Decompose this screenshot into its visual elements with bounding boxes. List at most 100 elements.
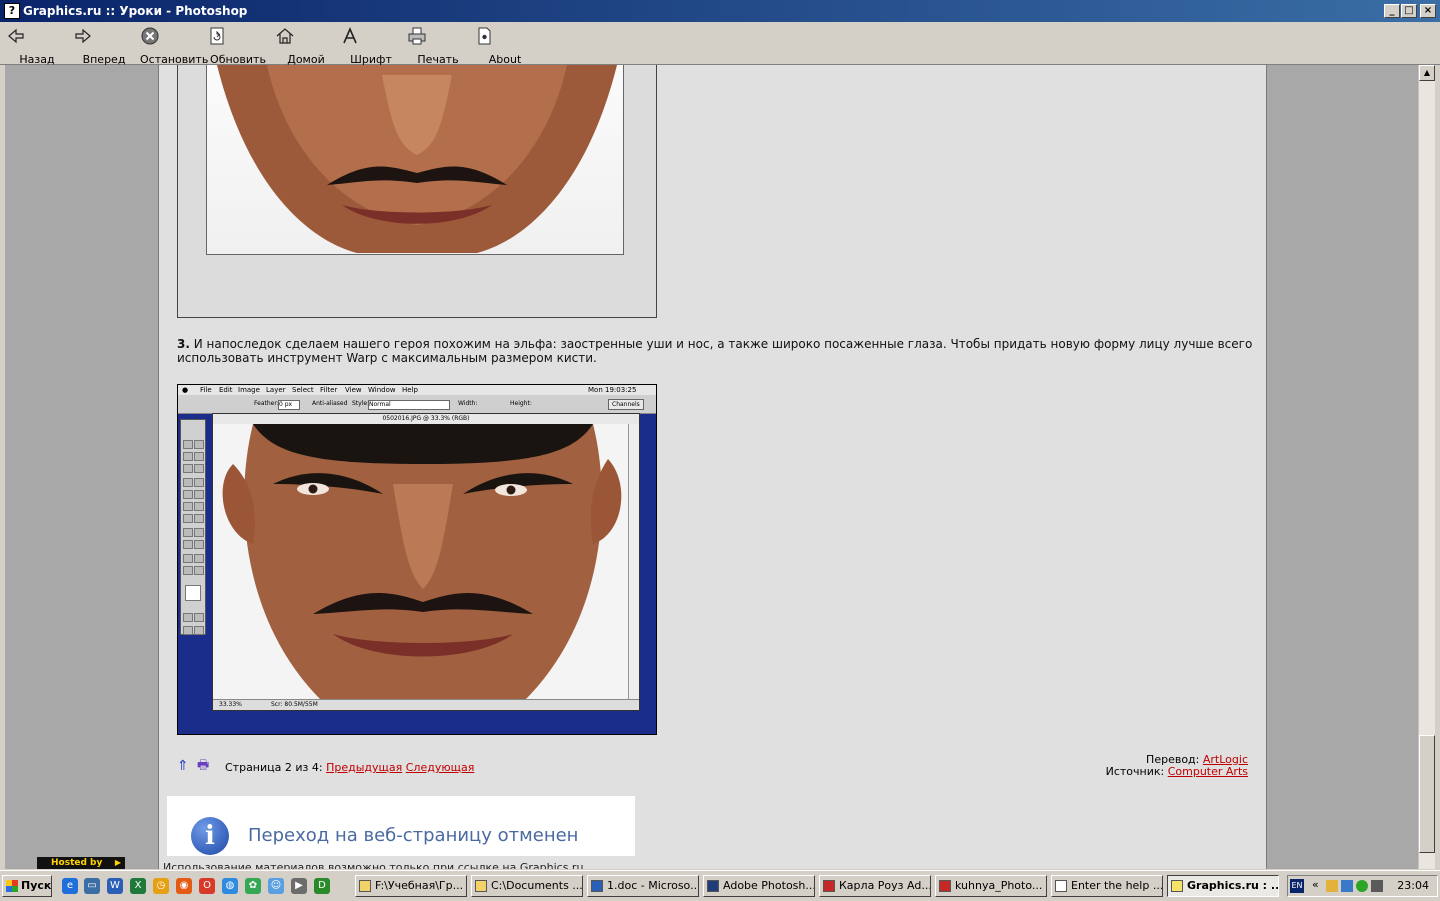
firefox-icon[interactable]: ◉ <box>176 878 192 894</box>
language-indicator[interactable]: EN <box>1290 879 1304 893</box>
source-link[interactable]: Computer Arts <box>1168 765 1248 778</box>
browser-toolbar: Назад Вперед Остановить Обновить Домой Ш… <box>0 22 1440 66</box>
refresh-button[interactable]: Обновить <box>207 25 269 66</box>
stop-icon <box>141 27 159 45</box>
icq-icon[interactable]: ✿ <box>245 878 261 894</box>
tray-status-icon[interactable] <box>1356 880 1368 892</box>
system-tray: EN « 23:04 <box>1287 875 1438 897</box>
step-text: И напоследок сделаем нашего героя похожи… <box>177 337 1253 365</box>
ps-zoom-level: 33.33% <box>219 701 242 708</box>
maximize-button[interactable]: □ <box>1401 4 1417 18</box>
step-number: 3. <box>177 337 190 351</box>
ps-menu-item: Window <box>368 386 396 394</box>
ps-document-status: 33.33% Scr: 80.5M/55M <box>213 699 639 710</box>
home-button[interactable]: Домой <box>275 25 337 66</box>
hosted-by-text: Hosted by <box>51 858 103 868</box>
start-label: Пуск <box>21 879 52 892</box>
step-paragraph: 3. И напоследок сделаем нашего героя пох… <box>177 337 1257 365</box>
task-folder-documents[interactable]: C:\Documents ... <box>471 875 583 897</box>
task-label: Карла Роуз Ad... <box>839 879 931 892</box>
task-label: Adobe Photosh... <box>723 879 815 892</box>
window-title: Graphics.ru :: Уроки - Photoshop <box>23 4 248 18</box>
task-help[interactable]: Enter the help ... <box>1051 875 1163 897</box>
about-button[interactable]: About <box>474 25 536 66</box>
hosted-by-badge[interactable]: Hosted by ▶ <box>37 857 125 869</box>
source-label: Источник: <box>1105 765 1165 778</box>
ps-antialiased-label: Anti-aliased <box>312 400 348 407</box>
page-count-text: Страница 2 из 4: <box>225 761 323 774</box>
ps-scratch-size: Scr: 80.5M/55M <box>271 701 318 708</box>
ps-options-bar: Feather: 0 px Anti-aliased Style: Normal… <box>178 395 656 414</box>
task-label: C:\Documents ... <box>491 879 583 892</box>
opera-icon[interactable]: O <box>199 878 215 894</box>
task-acrobat-karla[interactable]: Карла Роуз Ad... <box>819 875 931 897</box>
font-icon <box>343 26 357 44</box>
font-button[interactable]: Шрифт <box>340 25 402 66</box>
minimize-button[interactable]: _ <box>1384 4 1400 18</box>
page-vertical-scrollbar[interactable]: ▲ <box>1418 65 1435 869</box>
help-document-icon: ? <box>4 3 20 19</box>
ps-warped-face-image <box>213 424 631 702</box>
refresh-icon <box>210 27 224 45</box>
task-acrobat-kuhnya[interactable]: kuhnya_Photo... <box>935 875 1047 897</box>
windows-flag-icon <box>6 880 18 892</box>
ps-feather-value: 0 px <box>278 400 300 410</box>
ie-icon[interactable]: e <box>62 878 78 894</box>
ps-menu-item: Edit <box>219 386 233 394</box>
clock-icon[interactable]: ◷ <box>153 878 169 894</box>
word-icon[interactable]: W <box>107 878 123 894</box>
print-page-icon[interactable]: 🖶 <box>197 759 209 773</box>
tutorial-image-face-lower <box>206 65 624 255</box>
window-titlebar[interactable]: ? Graphics.ru :: Уроки - Photoshop _ □ × <box>0 0 1440 22</box>
forward-button[interactable]: Вперед <box>73 25 135 66</box>
ps-menu-item: Layer <box>266 386 286 394</box>
forward-arrow-icon <box>75 28 91 44</box>
pagination-bar: ⇑ 🖶 Страница 2 из 4: Предыдущая Следующа… <box>177 759 1257 775</box>
ps-menu-item: Help <box>402 386 418 394</box>
ps-apple-icon: ● <box>182 386 189 394</box>
photoshop-screenshot-image: ● File Edit Image Layer Select Filter Vi… <box>177 384 657 735</box>
scroll-top-icon[interactable]: ⇑ <box>177 759 189 773</box>
navigation-cancelled-message: Переход на веб-страницу отменен <box>248 825 579 846</box>
network-icon[interactable]: ◍ <box>222 878 238 894</box>
print-button[interactable]: Печать <box>407 25 469 66</box>
stop-button[interactable]: Остановить <box>140 25 208 66</box>
printer-icon <box>408 27 426 45</box>
ps-width-label: Width: <box>458 400 478 407</box>
scroll-up-arrow-icon[interactable]: ▲ <box>1419 65 1435 81</box>
task-word-doc[interactable]: 1.doc - Microso... <box>587 875 699 897</box>
ps-menubar: ● File Edit Image Layer Select Filter Vi… <box>178 385 656 395</box>
tutorial-image-frame <box>177 65 657 318</box>
task-photoshop[interactable]: Adobe Photosh... <box>703 875 815 897</box>
scrollbar-thumb[interactable] <box>1419 735 1435 853</box>
ps-menu-item: Image <box>238 386 260 394</box>
media-icon[interactable]: ▶ <box>291 878 307 894</box>
excel-icon[interactable]: X <box>130 878 146 894</box>
task-label: Enter the help ... <box>1071 879 1163 892</box>
next-page-link[interactable]: Следующая <box>406 761 475 774</box>
info-icon: i <box>191 817 229 855</box>
tray-volume-icon[interactable] <box>1371 880 1383 892</box>
task-graphics-ru[interactable]: Graphics.ru : ... <box>1167 875 1279 897</box>
ps-document-window: 0502016.JPG @ 33.3% (RGB) 33.33% Scr: 80… <box>212 413 640 711</box>
ps-style-label: Style: <box>352 400 370 407</box>
ps-menu-item: View <box>345 386 362 394</box>
play-arrow-icon: ▶ <box>114 858 121 867</box>
close-button[interactable]: × <box>1420 4 1436 18</box>
desktop-icon[interactable]: ▭ <box>84 878 100 894</box>
start-button[interactable]: Пуск <box>2 875 52 897</box>
tray-security-icon[interactable] <box>1326 880 1338 892</box>
dreamweaver-icon[interactable]: D <box>314 878 330 894</box>
ps-clock: Mon 19:03:25 <box>588 386 637 394</box>
tray-expand-icon[interactable]: « <box>1312 878 1319 891</box>
tray-network-icon[interactable] <box>1341 880 1353 892</box>
prev-page-link[interactable]: Предыдущая <box>326 761 402 774</box>
task-label: kuhnya_Photo... <box>955 879 1043 892</box>
messenger-icon[interactable]: ☺ <box>268 878 284 894</box>
back-button[interactable]: Назад <box>6 25 68 66</box>
ps-menu-item: File <box>200 386 212 394</box>
copyright-note: Использование материалов возможно только… <box>163 861 584 869</box>
article-content: 3. И напоследок сделаем нашего героя пох… <box>158 65 1267 869</box>
task-folder-uchebnaya[interactable]: F:\Учебная\Гр... <box>355 875 467 897</box>
page-left-margin <box>5 65 158 869</box>
